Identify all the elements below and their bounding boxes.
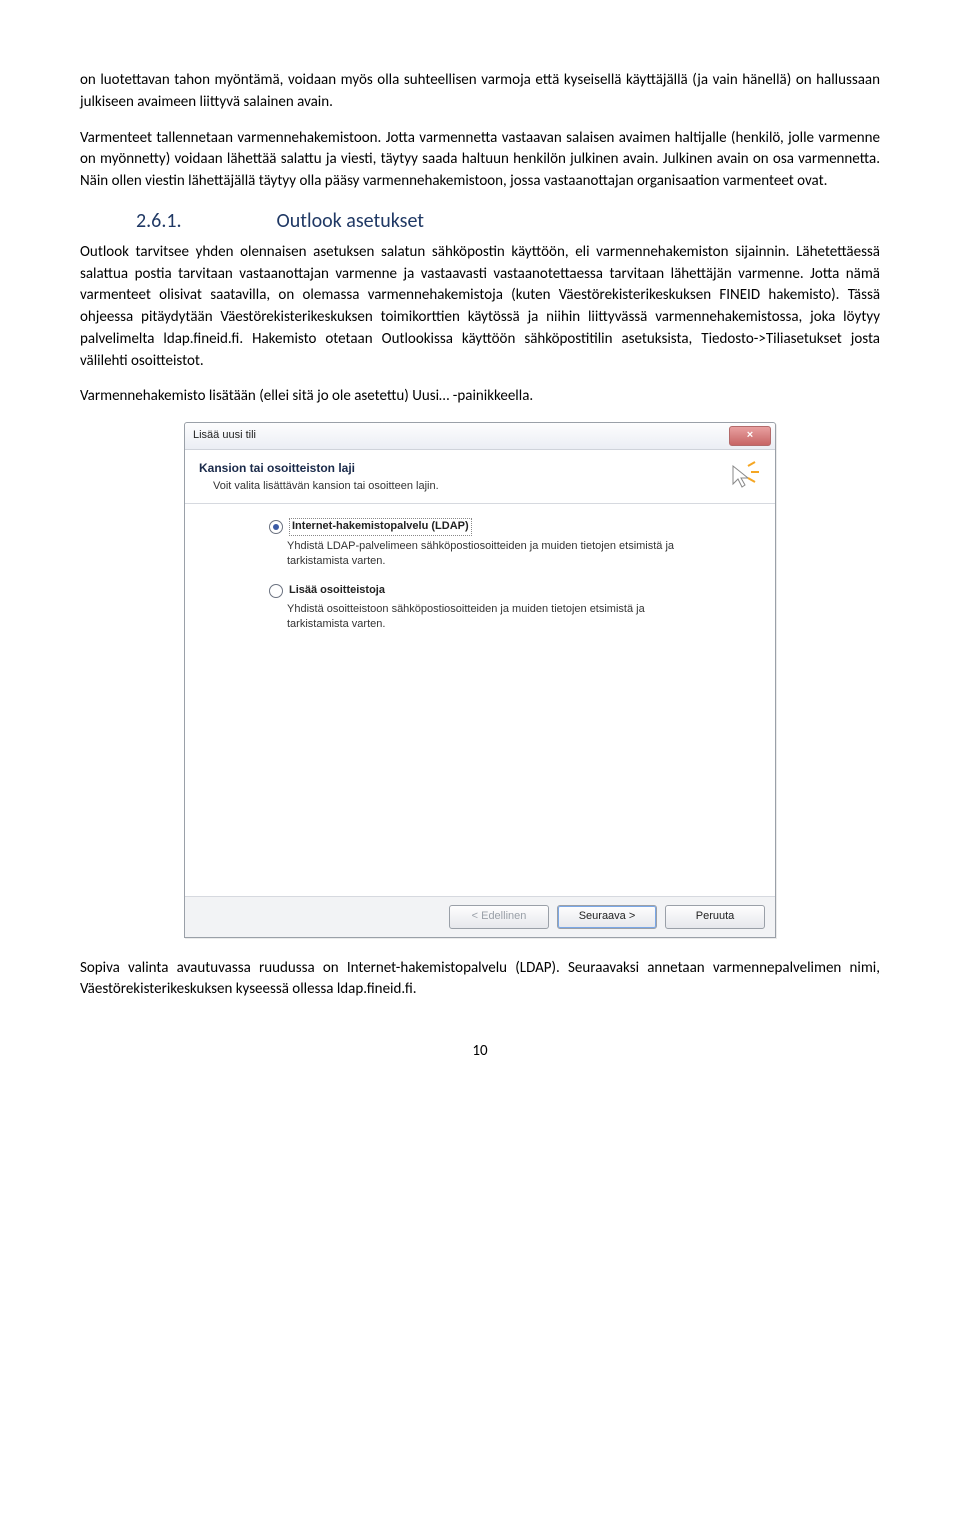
section-number: 2.6.1.: [136, 207, 272, 236]
wizard-cursor-icon: [715, 460, 761, 496]
dialog-title: Lisää uusi tili: [193, 428, 256, 444]
paragraph-3: Outlook tarvitsee yhden olennaisen asetu…: [80, 242, 880, 373]
section-title: Outlook asetukset: [277, 209, 424, 233]
cancel-button[interactable]: Peruuta: [665, 905, 765, 929]
dialog-button-bar: < Edellinen Seuraava > Peruuta: [185, 896, 775, 937]
dialog-header-title: Kansion tai osoitteiston laji: [199, 460, 439, 477]
option-add-addressbooks-desc: Yhdistä osoitteistoon sähköpostiosoittei…: [287, 602, 709, 632]
previous-button: < Edellinen: [449, 905, 549, 929]
close-icon: ×: [747, 428, 753, 444]
paragraph-2: Varmenteet tallennetaan varmennehakemist…: [80, 128, 880, 193]
option-ldap-desc: Yhdistä LDAP-palvelimeen sähköpostiosoit…: [287, 539, 709, 569]
dialog-titlebar[interactable]: Lisää uusi tili ×: [185, 423, 775, 450]
option-add-addressbooks-label: Lisää osoitteistoja: [289, 583, 385, 599]
radio-add-addressbooks[interactable]: [269, 584, 283, 598]
option-ldap-label: Internet-hakemistopalvelu (LDAP): [292, 520, 469, 532]
option-add-addressbooks[interactable]: Lisää osoitteistoja Yhdistä osoitteistoo…: [269, 583, 709, 632]
section-heading: 2.6.1. Outlook asetukset: [80, 207, 880, 236]
paragraph-1: on luotettavan tahon myöntämä, voidaan m…: [80, 70, 880, 114]
next-button[interactable]: Seuraava >: [557, 905, 657, 929]
page-number: 10: [80, 1041, 880, 1063]
dialog-header-subtitle: Voit valita lisättävän kansion tai osoit…: [213, 479, 439, 495]
radio-ldap[interactable]: [269, 520, 283, 534]
paragraph-5: Sopiva valinta avautuvassa ruudussa on I…: [80, 958, 880, 1002]
option-ldap[interactable]: Internet-hakemistopalvelu (LDAP) Yhdistä…: [269, 518, 709, 569]
close-button[interactable]: ×: [729, 426, 771, 446]
add-account-dialog: Lisää uusi tili × Kansion tai osoitteist…: [184, 422, 776, 938]
paragraph-4: Varmennehakemisto lisätään (ellei sitä j…: [80, 386, 880, 408]
